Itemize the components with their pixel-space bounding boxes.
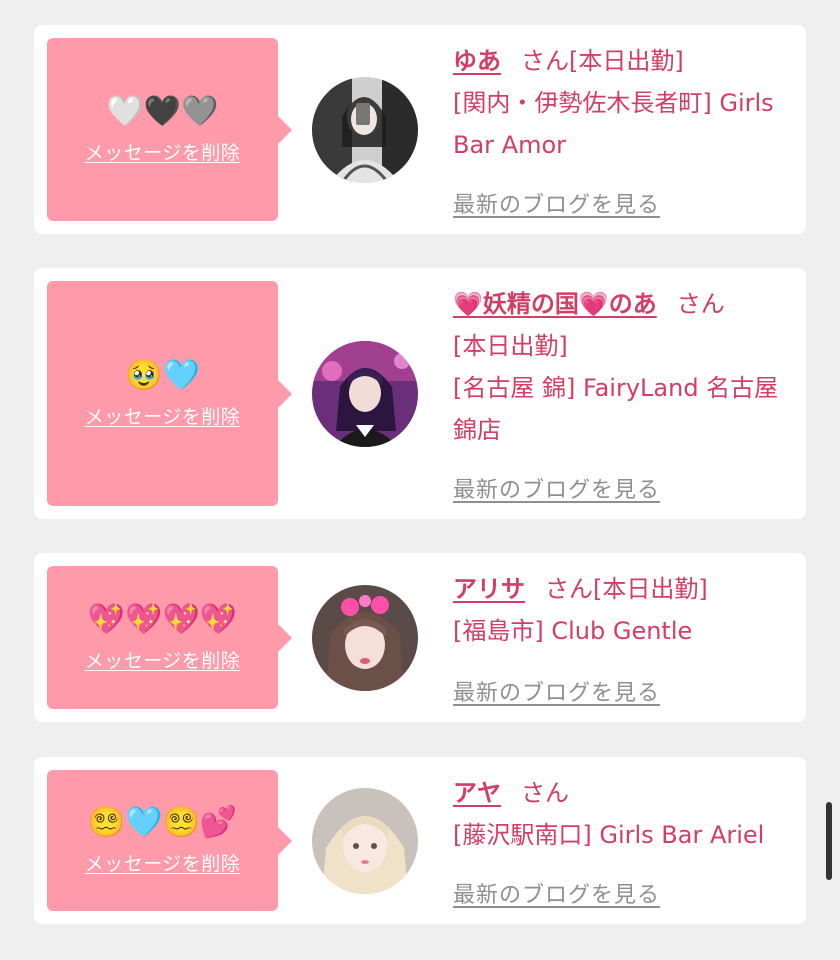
- cast-info: 💗妖精の国💗のあ さん [本日出勤] [名古屋 錦] FairyLand 名古屋錦…: [453, 283, 798, 451]
- message-card: 🥹🩵 メッセージを削除 💗妖精の国💗のあ さん [本日出勤] [名古屋 錦] Fa…: [34, 268, 806, 519]
- avatar[interactable]: [312, 341, 418, 447]
- latest-blog-link[interactable]: 最新のブログを見る: [453, 187, 660, 219]
- message-text: 💖💖💖💖: [87, 602, 238, 637]
- shop-label: [福島市] Club Gentle: [453, 617, 693, 645]
- cast-name-link[interactable]: ゆあ: [453, 47, 501, 75]
- shop-label: [藤沢駅南口] Girls Bar Ariel: [453, 821, 765, 849]
- delete-message-link[interactable]: メッセージを削除: [85, 138, 241, 165]
- message-bubble: 💖💖💖💖 メッセージを削除: [47, 566, 292, 709]
- honorific: さん: [545, 575, 593, 603]
- avatar-photo-icon: [312, 788, 418, 894]
- status-label: [本日出勤]: [569, 47, 684, 75]
- shop-label: [名古屋 錦] FairyLand 名古屋錦店: [453, 374, 779, 444]
- delete-message-link[interactable]: メッセージを削除: [85, 849, 241, 876]
- message-text: 🥹🩵: [125, 358, 200, 393]
- message-card: 💖💖💖💖 メッセージを削除 アリサ さん[本日出勤] [福島市] Club Gen…: [34, 553, 806, 722]
- delete-message-link[interactable]: メッセージを削除: [85, 646, 241, 673]
- cast-info: ゆあ さん[本日出勤] [関内・伊勢佐木長者町] Girls Bar Amor: [453, 40, 798, 166]
- honorific: さん: [521, 47, 569, 75]
- status-label: [本日出勤]: [593, 575, 708, 603]
- message-text: 🤍🖤🩶: [106, 94, 219, 129]
- cast-info: アリサ さん[本日出勤] [福島市] Club Gentle: [453, 568, 798, 652]
- honorific: さん: [676, 290, 725, 318]
- avatar-photo-icon: [312, 341, 418, 447]
- cast-info: アヤ さん [藤沢駅南口] Girls Bar Ariel: [453, 772, 798, 856]
- latest-blog-link[interactable]: 最新のブログを見る: [453, 472, 660, 504]
- message-card: 😵‍💫🩵😵‍💫💕 メッセージを削除 アヤ さん [藤沢駅南口] Girls Bar…: [34, 757, 806, 924]
- message-bubble: 🤍🖤🩶 メッセージを削除: [47, 38, 292, 221]
- delete-message-link[interactable]: メッセージを削除: [85, 402, 241, 429]
- avatar[interactable]: [312, 77, 418, 183]
- shop-label: [関内・伊勢佐木長者町] Girls Bar Amor: [453, 89, 774, 159]
- avatar[interactable]: [312, 788, 418, 894]
- message-bubble: 😵‍💫🩵😵‍💫💕 メッセージを削除: [47, 770, 292, 911]
- latest-blog-link[interactable]: 最新のブログを見る: [453, 877, 660, 909]
- message-text: 😵‍💫🩵😵‍💫💕: [87, 805, 238, 840]
- honorific: さん: [521, 779, 569, 807]
- avatar[interactable]: [312, 585, 418, 691]
- status-label: [本日出勤]: [453, 332, 568, 360]
- scrollbar[interactable]: [826, 802, 832, 880]
- latest-blog-link[interactable]: 最新のブログを見る: [453, 675, 660, 707]
- cast-name-link[interactable]: 💗妖精の国💗のあ: [453, 290, 657, 318]
- message-bubble: 🥹🩵 メッセージを削除: [47, 281, 292, 506]
- avatar-photo-icon: [312, 77, 418, 183]
- cast-name-link[interactable]: アヤ: [453, 779, 501, 807]
- cast-name-link[interactable]: アリサ: [453, 575, 525, 603]
- message-card: 🤍🖤🩶 メッセージを削除 ゆあ さん[本日出勤] [関内・伊勢佐木長者町] Gir…: [34, 25, 806, 234]
- avatar-photo-icon: [312, 585, 418, 691]
